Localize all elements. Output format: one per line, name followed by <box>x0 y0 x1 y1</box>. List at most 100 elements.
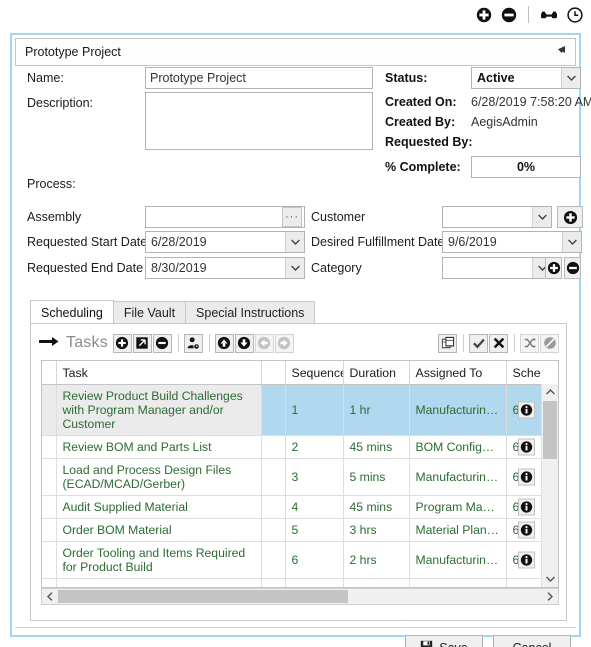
cell-duration[interactable]: 3 hrs <box>343 518 410 542</box>
col-sequence[interactable]: Sequence <box>285 361 344 385</box>
chevron-down-icon[interactable] <box>562 232 581 252</box>
cancel-button[interactable]: Cancel <box>493 635 571 647</box>
row-handle[interactable] <box>42 458 57 496</box>
copy-button[interactable] <box>438 333 457 353</box>
grid-horizontal-scrollbar[interactable] <box>41 588 559 605</box>
cell-flag[interactable] <box>261 458 286 496</box>
cell-task[interactable] <box>56 578 262 587</box>
requested-end-date-input[interactable]: 8/30/2019 <box>145 257 305 279</box>
move-left-button[interactable] <box>254 333 274 353</box>
cell-assigned-to[interactable]: Material Planning <box>409 518 507 542</box>
desired-fulfillment-date-input[interactable]: 9/6/2019 <box>442 231 582 253</box>
scroll-up-arrow-icon[interactable] <box>542 384 558 400</box>
cell-task[interactable]: Order Tooling and Items Required for Pro… <box>56 541 262 579</box>
tab-file-vault[interactable]: File Vault <box>112 301 187 324</box>
row-info-button[interactable] <box>517 401 535 419</box>
disable-button[interactable] <box>540 333 559 353</box>
assembly-browse-button[interactable]: ··· <box>282 207 302 227</box>
cell-flag[interactable] <box>261 578 286 587</box>
pin-icon[interactable] <box>553 44 567 61</box>
tab-special-instructions[interactable]: Special Instructions <box>185 301 316 324</box>
table-row[interactable]: Audit Supplied Material 4 45 mins Progra… <box>42 495 558 519</box>
cell-assigned-to[interactable]: Manufacturing E... <box>409 541 507 579</box>
cell-duration[interactable] <box>343 578 410 587</box>
zoom-in-icon[interactable] <box>476 7 492 23</box>
cancel-edit-button[interactable] <box>489 333 508 353</box>
cell-assigned-to[interactable]: Manufacturing E... <box>409 384 507 436</box>
save-button[interactable]: Save <box>405 635 483 647</box>
assign-user-button[interactable] <box>183 333 203 353</box>
cell-duration[interactable]: 1 hr <box>343 384 410 436</box>
row-info-button[interactable] <box>517 521 535 539</box>
cell-duration[interactable]: 45 mins <box>343 435 410 459</box>
scroll-down-arrow-icon[interactable] <box>542 571 558 587</box>
category-input[interactable] <box>442 257 552 279</box>
cell-task[interactable]: Review BOM and Parts List <box>56 435 262 459</box>
add-category-button[interactable] <box>545 257 562 279</box>
cell-sequence[interactable]: 1 <box>285 384 344 436</box>
cell-sequence[interactable]: 6 <box>285 541 344 579</box>
accept-button[interactable] <box>469 333 488 353</box>
delete-task-button[interactable] <box>152 333 172 353</box>
cell-duration[interactable]: 5 mins <box>343 458 410 496</box>
row-handle[interactable] <box>42 578 57 587</box>
scroll-right-arrow-icon[interactable] <box>542 589 558 604</box>
cell-duration[interactable]: 45 mins <box>343 495 410 519</box>
history-clock-icon[interactable] <box>567 6 583 23</box>
table-row[interactable]: Review BOM and Parts List 2 45 mins BOM … <box>42 435 558 459</box>
row-handle[interactable] <box>42 384 57 436</box>
table-row[interactable]: Load and Process Design Files (ECAD/MCAD… <box>42 458 558 496</box>
chevron-down-icon[interactable] <box>285 258 304 278</box>
scroll-left-arrow-icon[interactable] <box>42 589 58 604</box>
row-handle[interactable] <box>42 435 57 459</box>
name-input[interactable]: Prototype Project <box>145 67 373 89</box>
move-right-button[interactable] <box>274 333 294 353</box>
move-up-button[interactable] <box>214 333 234 353</box>
table-row[interactable]: Order Tooling and Items Required for Pro… <box>42 541 558 579</box>
row-handle[interactable] <box>42 541 57 579</box>
cell-flag[interactable] <box>261 384 286 436</box>
cell-flag[interactable] <box>261 435 286 459</box>
zoom-out-icon[interactable] <box>501 7 517 23</box>
cell-task[interactable]: Order BOM Material <box>56 518 262 542</box>
table-row[interactable]: Review Product Build Challenges with Pro… <box>42 384 558 436</box>
add-task-button[interactable] <box>112 333 132 353</box>
description-input[interactable] <box>145 92 373 150</box>
tab-scheduling[interactable]: Scheduling <box>30 300 114 324</box>
cell-assigned-to[interactable]: Program Manage... <box>409 495 507 519</box>
shuffle-button[interactable] <box>520 333 539 353</box>
chevron-down-icon[interactable] <box>561 68 580 88</box>
cell-task[interactable]: Audit Supplied Material <box>56 495 262 519</box>
cell-sequence[interactable] <box>285 578 344 587</box>
cell-assigned-to[interactable]: Manufacturing E... <box>409 458 507 496</box>
percent-complete-input[interactable]: 0% <box>471 156 581 178</box>
col-task[interactable]: Task <box>56 361 262 385</box>
assembly-input[interactable]: ··· <box>145 206 305 228</box>
cell-sequence[interactable]: 3 <box>285 458 344 496</box>
remove-category-button[interactable] <box>564 257 581 279</box>
col-flag[interactable] <box>261 361 286 385</box>
move-down-button[interactable] <box>234 333 254 353</box>
add-customer-button[interactable] <box>557 206 583 228</box>
cell-flag[interactable] <box>261 518 286 542</box>
cell-flag[interactable] <box>261 495 286 519</box>
row-info-button[interactable] <box>517 498 535 516</box>
cell-assigned-to[interactable]: BOM Configurati... <box>409 435 507 459</box>
customer-input[interactable] <box>442 206 552 228</box>
cell-sequence[interactable]: 2 <box>285 435 344 459</box>
cell-duration[interactable]: 2 hrs <box>343 541 410 579</box>
table-row[interactable]: Order BOM Material 5 3 hrs Material Plan… <box>42 518 558 542</box>
col-scheduled[interactable]: Sche <box>506 361 558 385</box>
cell-task[interactable]: Load and Process Design Files (ECAD/MCAD… <box>56 458 262 496</box>
cell-sequence[interactable]: 5 <box>285 518 344 542</box>
col-row-handle[interactable] <box>42 361 57 385</box>
requested-start-date-input[interactable]: 6/28/2019 <box>145 231 305 253</box>
row-info-button[interactable] <box>517 551 535 569</box>
binoculars-icon[interactable] <box>540 8 558 22</box>
row-info-button[interactable] <box>517 468 535 486</box>
open-task-button[interactable] <box>132 333 152 353</box>
table-row-empty[interactable] <box>42 578 558 587</box>
row-handle[interactable] <box>42 495 57 519</box>
col-assigned-to[interactable]: Assigned To <box>409 361 507 385</box>
cell-flag[interactable] <box>261 541 286 579</box>
